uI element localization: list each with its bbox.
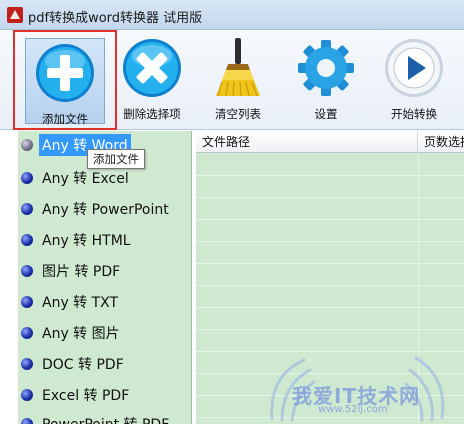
category-item-any-to-excel[interactable]: Any 转 Excel [18,167,191,189]
category-bullet-icon [21,139,33,151]
settings-label: 设置 [314,107,338,121]
category-item-any-to-image[interactable]: Any 转 图片 [18,322,191,344]
start-convert-label: 开始转换 [391,107,437,121]
category-bullet-icon [21,327,33,339]
category-label: 图片 转 PDF [42,264,121,280]
category-item-any-to-txt[interactable]: Any 转 TXT [18,291,191,313]
watermark-url: www.52ij.com [318,404,388,415]
column-header-page-selection[interactable]: 页数选择 [418,131,464,153]
clear-list-button[interactable]: 清空列表 [198,36,278,126]
category-bullet-icon [21,418,33,424]
play-icon [385,39,443,97]
table-header: 文件路径 页数选择 [196,131,464,153]
add-file-label: 添加文件 [42,112,88,126]
add-file-button[interactable]: 添加文件 [13,30,117,130]
window-title: pdf转换成word转换器 试用版 [28,11,203,26]
remove-icon [123,39,181,97]
category-label: Any 转 HTML [42,233,131,249]
start-convert-button[interactable]: 开始转换 [374,36,454,126]
category-bullet-icon [21,203,33,215]
category-bullet-icon [21,389,33,401]
category-label: PowerPoint 转 PDF [39,413,172,424]
category-item-any-to-powerpoint[interactable]: Any 转 PowerPoint [18,198,191,220]
category-bullet-icon [21,358,33,370]
title-bar: pdf转换成word转换器 试用版 [0,0,464,30]
add-icon [36,44,94,102]
broom-icon [216,38,260,97]
category-bullet-icon [21,234,33,246]
toolbar: 添加文件 删除选择项 清空列表 设置 开始转换 [0,30,464,130]
category-bullet-icon [21,296,33,308]
conversion-category-list[interactable]: Any 转 Word Any 转 Excel Any 转 PowerPoint … [18,131,192,424]
settings-button[interactable]: 设置 [286,36,366,126]
app-logo-icon [7,7,23,23]
category-label: Any 转 TXT [42,295,119,311]
category-label: Any 转 Excel [42,171,129,187]
category-bullet-icon [21,265,33,277]
add-file-tooltip: 添加文件 [87,149,145,169]
category-item-doc-to-pdf[interactable]: DOC 转 PDF [18,353,191,375]
column-header-file-path[interactable]: 文件路径 [196,131,418,153]
category-label: Any 转 图片 [42,326,120,342]
add-file-button-highlight: 添加文件 [25,38,105,126]
category-item-any-to-html[interactable]: Any 转 HTML [18,229,191,251]
clear-list-label: 清空列表 [215,107,261,121]
category-label: Excel 转 PDF [42,388,130,404]
category-label: Any 转 PowerPoint [42,202,169,218]
category-label: DOC 转 PDF [42,357,124,373]
gear-icon [298,40,354,96]
remove-selected-button[interactable]: 删除选择项 [112,36,192,126]
category-item-excel-to-pdf[interactable]: Excel 转 PDF [18,384,191,406]
remove-selected-label: 删除选择项 [123,107,181,121]
category-item-image-to-pdf[interactable]: 图片 转 PDF [18,260,191,282]
category-item-powerpoint-to-pdf[interactable]: PowerPoint 转 PDF [18,413,191,424]
category-bullet-icon [21,172,33,184]
